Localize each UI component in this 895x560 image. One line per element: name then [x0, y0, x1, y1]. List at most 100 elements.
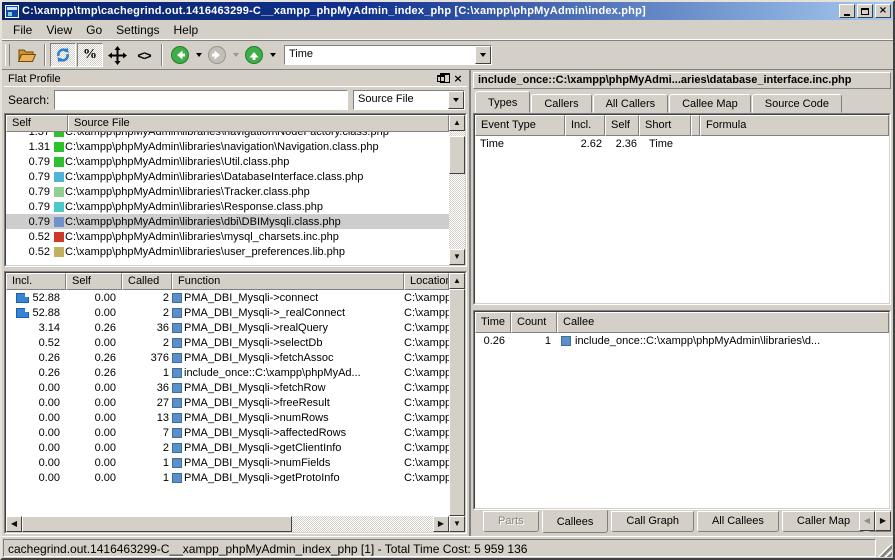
table-row[interactable]: 0.000.007PMA_DBI_Mysqli->affectedRowsC:\…: [6, 425, 449, 440]
tab-types[interactable]: Types: [475, 91, 530, 113]
up-dropdown[interactable]: [268, 43, 277, 67]
tab-callers[interactable]: Callers: [531, 94, 591, 113]
tab-all-callees[interactable]: All Callees: [697, 511, 779, 532]
column-header[interactable]: Self: [6, 115, 68, 132]
combo-dropdown-button[interactable]: [475, 46, 491, 64]
column-header[interactable]: Self: [605, 115, 639, 136]
column-header[interactable]: Self: [66, 273, 122, 290]
dock-float-button[interactable]: [434, 73, 448, 85]
menu-file[interactable]: File: [6, 21, 39, 39]
tab-scroll-right-button[interactable]: ▶: [875, 511, 891, 531]
column-header[interactable]: Event Type: [475, 115, 565, 136]
dock-title-bar[interactable]: Flat Profile ×: [4, 71, 467, 87]
title-bar[interactable]: C:\xampp\tmp\cachegrind.out.1416463299-C…: [2, 2, 893, 20]
source-file-cell: C:\xampp\phpMyAdmin\libraries\user_prefe…: [65, 246, 449, 258]
up-button[interactable]: [241, 43, 267, 67]
table-row[interactable]: 0.000.0027PMA_DBI_Mysqli->freeResultC:\x…: [6, 395, 449, 410]
table-row[interactable]: 0.520.002PMA_DBI_Mysqli->selectDbC:\xamp…: [6, 335, 449, 350]
toolbar-handle[interactable]: [5, 44, 10, 66]
table-row[interactable]: 0.26 1 include_once::C:\xampp\phpMyAdmin…: [475, 333, 889, 349]
table-row[interactable]: 52.880.002PMA_DBI_Mysqli->connectC:\xamp…: [6, 290, 449, 305]
table-row[interactable]: Time 2.62 2.36 Time: [475, 136, 889, 152]
table-row[interactable]: 0.79C:\xampp\phpMyAdmin\libraries\Util.c…: [6, 154, 449, 169]
scrollbar-thumb[interactable]: [22, 516, 292, 532]
table-row[interactable]: 0.000.002PMA_DBI_Mysqli->getClientInfoC:…: [6, 440, 449, 455]
source-vertical-scrollbar[interactable]: ▲ ▼: [449, 115, 465, 265]
dock-close-button[interactable]: ×: [451, 73, 465, 85]
search-input[interactable]: [54, 90, 348, 110]
combo-dropdown-button[interactable]: [448, 91, 464, 109]
cost-color-icon: [54, 142, 64, 152]
column-header[interactable]: Function: [172, 273, 404, 290]
table-row[interactable]: 0.79C:\xampp\phpMyAdmin\libraries\Tracke…: [6, 184, 449, 199]
scrollbar-track[interactable]: [449, 174, 465, 249]
scroll-left-button[interactable]: ◀: [6, 516, 22, 532]
relative-percent-button[interactable]: %: [77, 43, 103, 67]
column-header[interactable]: Short: [639, 115, 691, 136]
table-row[interactable]: 0.000.001PMA_DBI_Mysqli->numFieldsC:\xam…: [6, 455, 449, 470]
table-row[interactable]: 0.260.26376PMA_DBI_Mysqli->fetchAssocC:\…: [6, 350, 449, 365]
column-header[interactable]: Time: [475, 312, 511, 333]
table-row[interactable]: 0.000.0013PMA_DBI_Mysqli->numRowsC:\xamp…: [6, 410, 449, 425]
function-horizontal-scrollbar[interactable]: ◀ ▶: [6, 516, 449, 532]
table-row[interactable]: 52.880.002PMA_DBI_Mysqli->_realConnectC:…: [6, 305, 449, 320]
reload-button[interactable]: [50, 43, 76, 67]
column-header[interactable]: Count: [511, 312, 557, 333]
column-header[interactable]: Callee: [557, 312, 889, 333]
scroll-right-button[interactable]: ▶: [433, 516, 449, 532]
table-row[interactable]: 0.79C:\xampp\phpMyAdmin\libraries\Respon…: [6, 199, 449, 214]
table-row[interactable]: 1.31C:\xampp\phpMyAdmin\libraries\naviga…: [6, 139, 449, 154]
table-row[interactable]: 3.140.2636PMA_DBI_Mysqli->realQueryC:\xa…: [6, 320, 449, 335]
forward-icon: [207, 45, 227, 65]
scroll-up-button[interactable]: ▲: [449, 115, 465, 131]
forward-dropdown[interactable]: [231, 43, 240, 67]
tab-caller-map[interactable]: Caller Map: [782, 511, 865, 532]
resize-grip[interactable]: [878, 543, 892, 557]
tab-source-code[interactable]: Source Code: [752, 94, 842, 113]
app-icon[interactable]: [5, 5, 19, 18]
menu-settings[interactable]: Settings: [109, 21, 166, 39]
back-button[interactable]: [167, 43, 193, 67]
event-type-combo[interactable]: Time: [284, 45, 492, 65]
table-row[interactable]: 0.79C:\xampp\phpMyAdmin\libraries\dbi\DB…: [6, 214, 449, 229]
tab-all-callers[interactable]: All Callers: [593, 94, 669, 113]
scroll-up-button[interactable]: ▲: [449, 273, 465, 289]
forward-button[interactable]: [204, 43, 230, 67]
table-row[interactable]: 0.000.001PMA_DBI_Mysqli->getProtoInfoC:\…: [6, 470, 449, 485]
chevron-down-icon: [233, 53, 239, 57]
scroll-down-button[interactable]: ▼: [449, 249, 465, 265]
minimize-button[interactable]: [839, 4, 855, 18]
tab-callees[interactable]: Callees: [542, 510, 609, 533]
column-header[interactable]: Called: [122, 273, 172, 290]
menu-go[interactable]: Go: [79, 21, 109, 39]
table-row[interactable]: 0.52C:\xampp\phpMyAdmin\libraries\user_p…: [6, 244, 449, 259]
tab-callee-map[interactable]: Callee Map: [669, 94, 751, 113]
column-header[interactable]: Incl.: [6, 273, 66, 290]
tab-call-graph[interactable]: Call Graph: [611, 511, 694, 532]
column-header[interactable]: Location: [404, 273, 449, 290]
grouping-combo[interactable]: Source File: [353, 90, 465, 110]
self-cell: 0.00: [66, 442, 122, 454]
maximize-button[interactable]: [857, 4, 873, 18]
scrollbar-track[interactable]: [292, 516, 433, 532]
expand-areas-button[interactable]: [104, 43, 130, 67]
open-file-button[interactable]: [14, 43, 40, 67]
table-row[interactable]: 0.000.0036PMA_DBI_Mysqli->fetchRowC:\xam…: [6, 380, 449, 395]
table-row[interactable]: 0.52C:\xampp\phpMyAdmin\libraries\mysql_…: [6, 229, 449, 244]
column-header[interactable]: Formula: [700, 115, 889, 136]
cycle-detection-button[interactable]: <>: [131, 43, 157, 67]
column-header[interactable]: Incl.: [565, 115, 605, 136]
close-button[interactable]: ×: [875, 4, 891, 18]
scroll-down-button[interactable]: ▼: [449, 516, 465, 532]
table-row[interactable]: 0.79C:\xampp\phpMyAdmin\libraries\Databa…: [6, 169, 449, 184]
function-vertical-scrollbar[interactable]: ▲ ▼: [449, 273, 465, 532]
back-dropdown[interactable]: [194, 43, 203, 67]
menu-view[interactable]: View: [39, 21, 79, 39]
tab-scroll-left-button[interactable]: ◀: [859, 511, 875, 531]
menu-help[interactable]: Help: [167, 21, 206, 39]
table-row[interactable]: 1.37C:\xampp\phpMyAdmin\libraries\naviga…: [6, 132, 449, 139]
column-header[interactable]: Source File: [68, 115, 449, 132]
table-row[interactable]: 0.260.261include_once::C:\xampp\phpMyAd.…: [6, 365, 449, 380]
scrollbar-thumb[interactable]: [449, 136, 465, 174]
scrollbar-thumb[interactable]: [449, 289, 465, 516]
